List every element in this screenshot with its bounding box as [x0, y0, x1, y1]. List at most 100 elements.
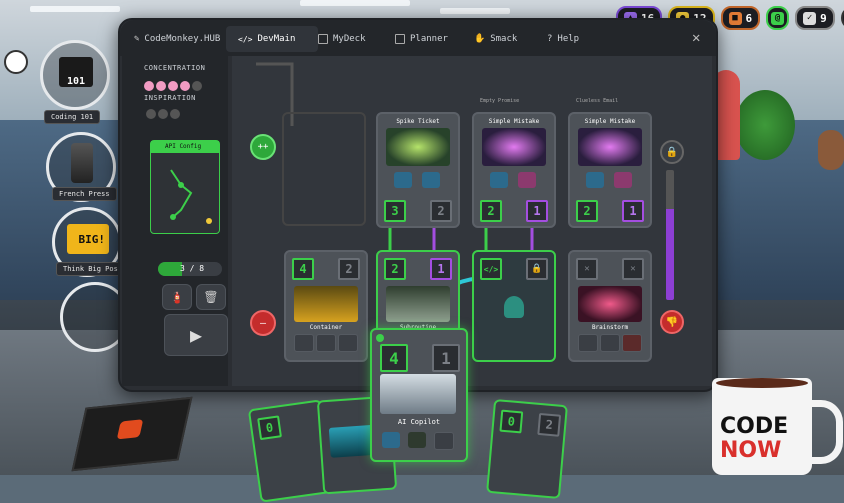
card-simple-mistake-2[interactable]: Simple Mistake 2 1: [568, 112, 652, 228]
api-config-preview[interactable]: API Config: [150, 140, 220, 234]
coffee-mug: CODE NOW: [712, 378, 812, 475]
card-slot: [622, 334, 642, 352]
concentration-meter: [144, 76, 204, 95]
card-icon: [586, 172, 604, 188]
card-icon: [422, 172, 440, 188]
mug-text-line2: NOW: [720, 438, 782, 463]
remove-node-button[interactable]: —: [250, 310, 276, 336]
inspiration-meter: [146, 104, 182, 123]
concentration-dot: [180, 81, 190, 91]
power-meter: [666, 170, 674, 300]
card-power: 2: [338, 258, 360, 280]
tab-devmain-label: DevMain: [257, 34, 296, 44]
card-cost: 2: [480, 200, 502, 222]
sidebar: CONCENTRATION INSPIRATION API Config 3 /…: [122, 56, 228, 386]
card-empty-drop-target[interactable]: </> 🔒: [472, 250, 556, 362]
card-cost: 2: [576, 200, 598, 222]
tab-help[interactable]: ? Help: [547, 30, 579, 48]
inspiration-label: INSPIRATION: [144, 94, 196, 102]
wall-clock: [4, 50, 28, 74]
preview-flow-diagram: [170, 169, 212, 224]
coffee-icon: ■: [728, 11, 742, 25]
card-icon: [614, 172, 632, 188]
dev-board: ++ — Spike Ticket 3 2 Empty Promise Simp…: [232, 56, 712, 386]
card-title: Spike Ticket: [396, 118, 440, 125]
card-cost: 4: [292, 258, 314, 280]
card-container[interactable]: 4 2 Container: [284, 250, 368, 362]
question-icon: ?: [547, 34, 553, 44]
mug-handle: [806, 400, 843, 464]
add-node-button[interactable]: ++: [250, 134, 276, 160]
card-title: Container: [309, 324, 343, 331]
held-card-ai-copilot[interactable]: 4 1 AI Copilot: [370, 328, 468, 462]
card-art: [578, 128, 642, 166]
hand-card[interactable]: 0 2: [486, 398, 568, 500]
progress-fill: [158, 262, 182, 276]
tab-devmain[interactable]: </> DevMain: [238, 30, 295, 48]
extinguisher-button[interactable]: 🧯: [162, 284, 192, 310]
inspiration-dot-empty: [170, 109, 180, 119]
tab-planner-label: Planner: [410, 34, 448, 44]
plant: [735, 90, 795, 160]
play-icon: ▶: [189, 323, 203, 347]
checklist-icon: ✓: [803, 11, 817, 25]
concentration-label: CONCENTRATION: [144, 64, 206, 72]
close-icon[interactable]: ✕: [692, 30, 700, 46]
progress-text: 3 / 8: [180, 264, 205, 273]
card-subtitle: Clueless Email: [576, 98, 619, 104]
card-art: [578, 286, 642, 322]
card-subtitle: Empty Promise: [480, 98, 520, 104]
card-power: 2: [537, 412, 562, 437]
code-slot-icon: </>: [480, 258, 502, 280]
planner-icon: [395, 34, 405, 44]
card-title: Simple Mistake: [488, 118, 540, 125]
item-label-coding-101: Coding 101: [44, 110, 101, 124]
card-slot: [434, 432, 454, 450]
card-title: AI Copilot: [397, 418, 441, 426]
coffee-value: 6: [745, 11, 753, 25]
concentration-dot: [144, 81, 154, 91]
lock-small-icon: 🔒: [526, 258, 548, 280]
card-power: 1: [430, 258, 452, 280]
card-art: [482, 128, 546, 166]
card-art: [386, 128, 450, 166]
trash-icon: 🗑: [203, 290, 219, 304]
tab-mydeck[interactable]: MyDeck: [318, 30, 366, 48]
green-token: @: [766, 6, 790, 30]
tab-smack[interactable]: ✋ Smack: [474, 30, 517, 48]
coffee-counter: ■ 6: [720, 6, 761, 30]
card-x-slot: ✕: [576, 258, 598, 280]
poster-art-text: BIG!: [78, 232, 106, 246]
card-brainstorm[interactable]: ✕ ✕ Brainstorm: [568, 250, 652, 362]
card-slot: [316, 334, 336, 352]
card-spike-ticket[interactable]: Spike Ticket 3 2: [376, 112, 460, 228]
trash-button[interactable]: 🗑: [196, 284, 226, 310]
tab-planner[interactable]: Planner: [395, 30, 448, 48]
inventory-slot-coding-101[interactable]: 101: [40, 40, 110, 110]
tab-bar: ✎ CodeMonkey.HUB </> DevMain MyDeck Plan…: [120, 20, 716, 56]
thumbs-down-button[interactable]: 👎: [660, 310, 684, 334]
lock-icon[interactable]: 🔒: [660, 140, 684, 164]
card-simple-mistake-1[interactable]: Simple Mistake 2 1: [472, 112, 556, 228]
book-icon: 101: [59, 57, 93, 87]
tab-smack-label: Smack: [490, 34, 518, 44]
user-icon: [504, 296, 524, 318]
tasks-value: 9: [820, 11, 827, 25]
card-icon: [394, 172, 412, 188]
card-cost: 3: [384, 200, 406, 222]
inspiration-dot-empty: [146, 109, 156, 119]
card-art: [380, 374, 456, 414]
card-title: Simple Mistake: [584, 118, 636, 125]
tab-mydeck-label: MyDeck: [333, 34, 366, 44]
card-cost: 4: [380, 344, 408, 372]
card-icon: [518, 172, 536, 188]
concentration-dot: [168, 81, 178, 91]
play-button[interactable]: ▶: [164, 314, 228, 356]
extinguisher-icon: 🧯: [169, 290, 185, 304]
preview-header: API Config: [151, 141, 219, 153]
empty-card-slot[interactable]: [282, 112, 366, 226]
card-slot: [338, 334, 358, 352]
app-title: ✎ CodeMonkey.HUB: [134, 30, 220, 48]
ceiling-light: [440, 8, 510, 14]
card-icon: [382, 432, 400, 448]
